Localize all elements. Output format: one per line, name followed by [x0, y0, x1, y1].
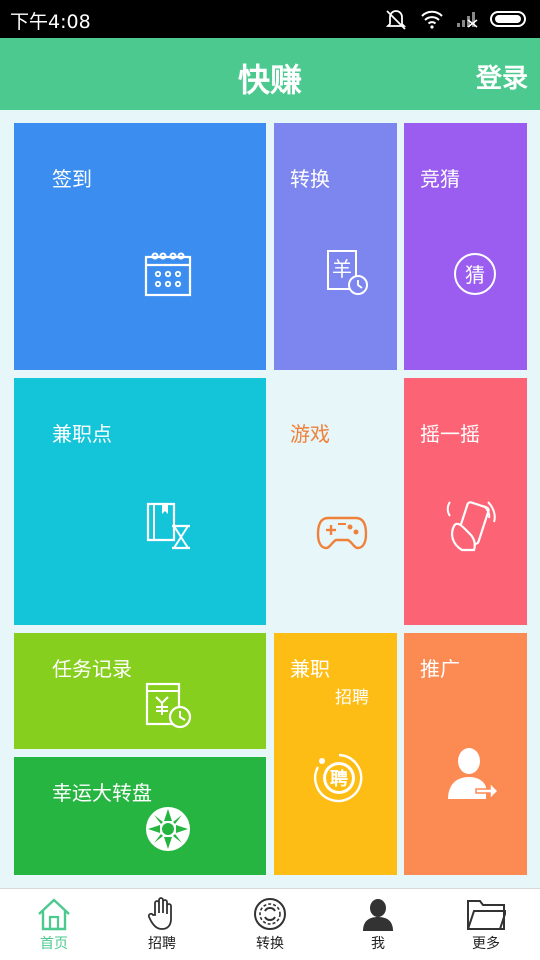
- page-title: 快赚: [237, 61, 302, 99]
- tile-points-label: 兼职点: [52, 422, 112, 446]
- nav-recruit-label: 招聘: [148, 936, 176, 952]
- tile-convert-label: 转换: [290, 167, 330, 191]
- hand-icon: [147, 897, 172, 930]
- status-icons: [384, 7, 530, 31]
- tile-lucky-wheel[interactable]: 幸运大转盘: [14, 757, 266, 875]
- tile-game-label: 游戏: [290, 422, 330, 446]
- home-icon: [38, 898, 70, 931]
- tile-lucky-wheel-label: 幸运大转盘: [52, 781, 152, 805]
- tile-guess-label: 竞猜: [420, 167, 460, 191]
- convert-icon: 羊: [327, 250, 368, 295]
- nav-more[interactable]: 更多: [432, 889, 540, 960]
- task-record-icon: [145, 682, 192, 729]
- nav-home-label: 首页: [40, 936, 68, 952]
- recruit-icon-char: 聘: [330, 768, 348, 790]
- guess-icon: 猜: [454, 253, 496, 295]
- tile-shake-label: 摇一摇: [420, 422, 480, 446]
- nav-recruit[interactable]: 招聘: [108, 889, 216, 960]
- tile-sign-in[interactable]: 签到: [14, 123, 266, 370]
- calendar-icon: [144, 252, 192, 297]
- tile-part-time-sublabel: 招聘: [335, 688, 369, 708]
- nav-more-label: 更多: [472, 936, 500, 952]
- convert-icon-char: 羊: [332, 257, 352, 281]
- app-header: 快赚 登录: [0, 38, 540, 110]
- tile-game[interactable]: 游戏: [274, 378, 397, 625]
- tile-promote[interactable]: 推广: [404, 633, 527, 875]
- book-hourglass-icon: [146, 502, 190, 550]
- shake-phone-icon: [446, 501, 496, 552]
- tile-shake[interactable]: 摇一摇: [404, 378, 527, 625]
- tile-task-records[interactable]: 任务记录: [14, 633, 266, 749]
- tile-task-records-label: 任务记录: [52, 657, 132, 681]
- wheel-icon: [146, 807, 190, 851]
- status-time: 下午4:08: [10, 11, 91, 33]
- user-icon: [363, 899, 393, 931]
- tile-convert[interactable]: 转换 羊: [274, 123, 397, 370]
- share-user-icon: [448, 748, 500, 801]
- recruit-icon: 聘: [314, 753, 363, 803]
- wifi-icon: [421, 10, 443, 29]
- nav-convert-label: 转换: [256, 936, 284, 952]
- tile-part-time[interactable]: 兼职 招聘 聘: [274, 633, 397, 875]
- nav-convert[interactable]: 转换: [216, 889, 324, 960]
- tile-promote-label: 推广: [420, 657, 460, 681]
- nav-me[interactable]: 我: [324, 889, 432, 960]
- status-bar: 下午4:08: [0, 0, 540, 38]
- gamepad-icon: [316, 516, 368, 550]
- bottom-nav: 首页 招聘 转换 我 更多: [0, 888, 540, 960]
- tile-guess[interactable]: 竞猜 猜: [404, 123, 527, 370]
- guess-icon-char: 猜: [465, 263, 485, 287]
- tile-sign-in-label: 签到: [52, 167, 92, 191]
- nav-home[interactable]: 首页: [0, 889, 108, 960]
- tile-part-time-label: 兼职: [290, 657, 330, 681]
- battery-icon: [490, 11, 526, 27]
- tile-points[interactable]: 兼职点: [14, 378, 266, 625]
- nav-me-label: 我: [371, 936, 385, 952]
- folder-icon: [467, 900, 506, 930]
- signal-icon: [457, 12, 478, 28]
- coin-icon: [254, 898, 286, 930]
- mute-icon: [385, 10, 407, 30]
- login-button[interactable]: 登录: [476, 58, 528, 95]
